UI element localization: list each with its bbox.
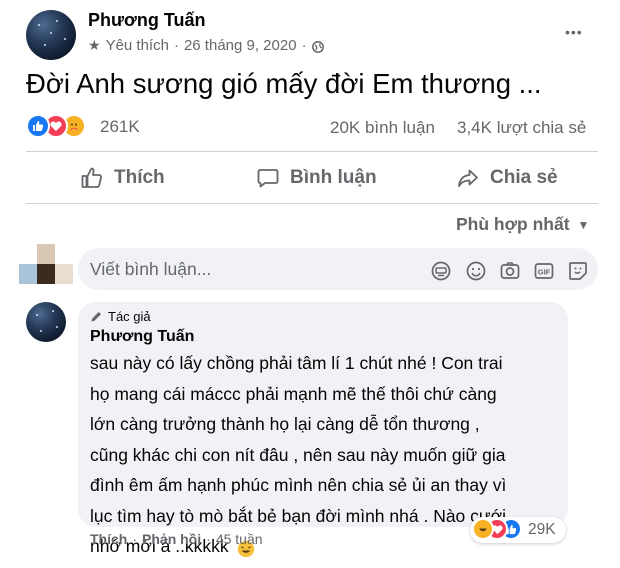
favorite-label: Yêu thích: [105, 37, 169, 54]
star-icon: ★: [88, 37, 101, 53]
post-text: Đời Anh sương gió mấy đời Em thương ...: [26, 68, 542, 99]
comment-reactions-count: 29K: [528, 521, 556, 538]
post-author-avatar[interactable]: [26, 10, 76, 60]
svg-text:GIF: GIF: [538, 268, 551, 277]
like-button[interactable]: Thích: [80, 166, 165, 190]
comment-like-link[interactable]: Thích: [90, 531, 127, 547]
comment-time[interactable]: 45 tuần: [216, 531, 263, 547]
share-arrow-icon: [456, 166, 480, 190]
comment-actions: Thích · Phản hồi · 45 tuần: [90, 531, 263, 547]
caret-down-icon: ▼: [577, 217, 590, 232]
gif-icon[interactable]: GIF: [533, 260, 555, 282]
comment-input-placeholder: Viết bình luận...: [90, 259, 212, 279]
globe-icon: [311, 40, 324, 53]
comment-author-avatar[interactable]: [26, 302, 66, 342]
comment-reply-link[interactable]: Phản hồi: [142, 531, 201, 547]
comment-reactions[interactable]: 29K: [470, 517, 566, 543]
post-author-name[interactable]: Phương Tuấn: [88, 10, 205, 31]
avatar-sticker-icon[interactable]: [567, 260, 589, 282]
post-meta: ★ Yêu thích · 26 tháng 9, 2020 ·: [88, 37, 324, 54]
comment-bubble-icon: [256, 166, 280, 190]
haha-reaction-icon: [472, 518, 494, 540]
share-button[interactable]: Chia sẻ: [456, 166, 558, 190]
divider-bottom: [26, 203, 598, 204]
reactions-count[interactable]: 261K: [100, 117, 140, 137]
more-options-icon[interactable]: •••: [565, 24, 583, 40]
comments-count[interactable]: 20K bình luận: [330, 118, 435, 138]
reaction-icons[interactable]: [26, 114, 96, 138]
author-badge: Tác giả: [90, 309, 151, 324]
comment-author-name[interactable]: Phương Tuấn: [90, 328, 194, 346]
post-date[interactable]: 26 tháng 9, 2020: [184, 37, 297, 54]
like-reaction-icon: [26, 114, 50, 138]
comment-button[interactable]: Bình luận: [256, 166, 377, 190]
sort-dropdown[interactable]: Phù hợp nhất ▼: [456, 214, 589, 235]
thumbs-up-icon: [80, 166, 104, 190]
emoji-icon[interactable]: [465, 260, 487, 282]
pencil-icon: [90, 310, 103, 323]
divider-top: [26, 151, 598, 152]
camera-icon[interactable]: [499, 260, 521, 282]
sticker-icon[interactable]: [430, 260, 452, 282]
current-user-avatar[interactable]: [19, 244, 73, 284]
shares-count[interactable]: 3,4K lượt chia sẻ: [457, 118, 586, 138]
